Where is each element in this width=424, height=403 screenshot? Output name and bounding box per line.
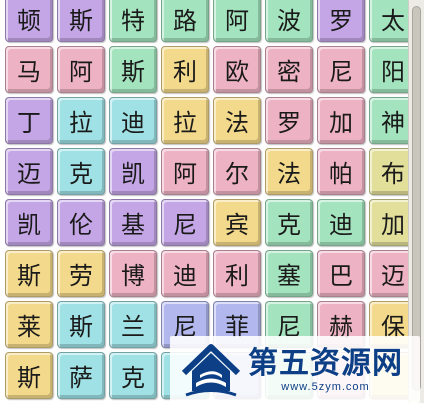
- letter-tile[interactable]: 密: [265, 46, 313, 93]
- letter-tile[interactable]: 拉: [161, 97, 209, 144]
- letter-tile[interactable]: 利: [213, 250, 261, 297]
- letter-tile[interactable]: 巴: [317, 250, 365, 297]
- letter-tile[interactable]: 尼: [317, 46, 365, 93]
- letter-tile[interactable]: 宾: [213, 199, 261, 246]
- letter-tile[interactable]: 克: [109, 352, 157, 399]
- letter-tile[interactable]: 丁: [5, 97, 53, 144]
- letter-tile[interactable]: 斯: [57, 301, 105, 348]
- letter-tile[interactable]: 尔: [213, 148, 261, 195]
- letter-tile[interactable]: 帕: [317, 148, 365, 195]
- letter-tile[interactable]: 罗: [265, 97, 313, 144]
- letter-tile[interactable]: 加: [317, 97, 365, 144]
- letter-tile[interactable]: 斯: [109, 46, 157, 93]
- letter-tile[interactable]: 伦: [57, 199, 105, 246]
- letter-tile[interactable]: 博: [109, 250, 157, 297]
- letter-tile[interactable]: 克: [57, 148, 105, 195]
- letter-tile[interactable]: 尼: [161, 199, 209, 246]
- letter-tile[interactable]: 迈: [5, 148, 53, 195]
- letter-tile[interactable]: 凯: [5, 199, 53, 246]
- letter-tile[interactable]: 法: [213, 97, 261, 144]
- letter-tile[interactable]: 迪: [317, 199, 365, 246]
- house-logo-icon: [181, 343, 241, 396]
- letter-tile[interactable]: 波: [265, 0, 313, 42]
- scrollbar-thumb[interactable]: [412, 6, 421, 391]
- letter-tile[interactable]: 欧: [213, 46, 261, 93]
- letter-tile[interactable]: 兰: [109, 301, 157, 348]
- letter-tile[interactable]: 斯: [57, 0, 105, 42]
- site-watermark: 第五资源网 www.5zym.com: [170, 336, 420, 403]
- letter-tile[interactable]: 特: [109, 0, 157, 42]
- letter-tile[interactable]: 路: [161, 0, 209, 42]
- letter-tile[interactable]: 基: [109, 199, 157, 246]
- letter-tile[interactable]: 顿: [5, 0, 53, 42]
- letter-tile[interactable]: 莱: [5, 301, 53, 348]
- letter-tile[interactable]: 阿: [213, 0, 261, 42]
- letter-tile[interactable]: 萨: [57, 352, 105, 399]
- letter-tile[interactable]: 利: [161, 46, 209, 93]
- letter-tile[interactable]: 凯: [109, 148, 157, 195]
- letter-tile[interactable]: 迪: [109, 97, 157, 144]
- letter-tile[interactable]: 劳: [57, 250, 105, 297]
- letter-tile[interactable]: 克: [265, 199, 313, 246]
- letter-tile[interactable]: 塞: [265, 250, 313, 297]
- letter-tile[interactable]: 斯: [5, 352, 53, 399]
- letter-tile[interactable]: 法: [265, 148, 313, 195]
- letter-tile[interactable]: 阿: [161, 148, 209, 195]
- watermark-title: 第五资源网: [248, 345, 403, 381]
- letter-tile[interactable]: 斯: [5, 250, 53, 297]
- letter-tile[interactable]: 阿: [57, 46, 105, 93]
- letter-tile[interactable]: 拉: [57, 97, 105, 144]
- watermark-url: www.5zym.com: [281, 380, 370, 393]
- letter-tile[interactable]: 罗: [317, 0, 365, 42]
- letter-tile[interactable]: 马: [5, 46, 53, 93]
- letter-tile[interactable]: 迪: [161, 250, 209, 297]
